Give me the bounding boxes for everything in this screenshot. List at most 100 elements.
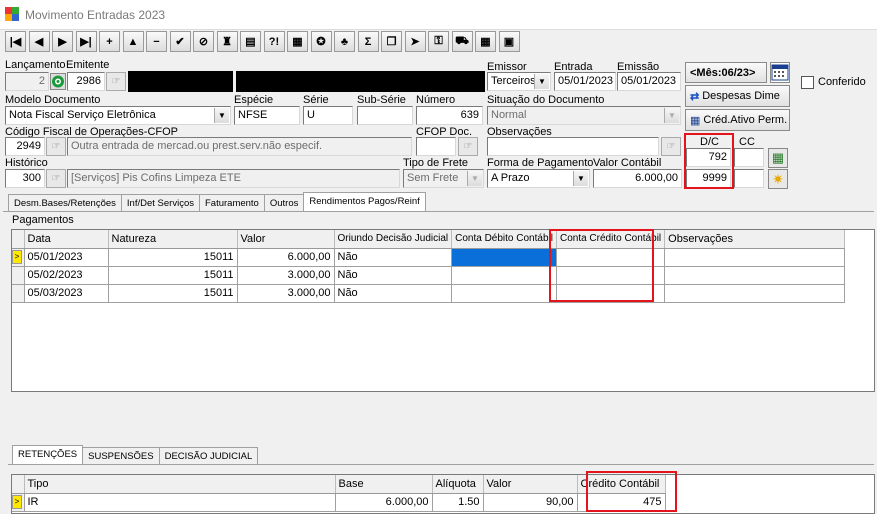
- table-cell[interactable]: 90,00: [483, 493, 578, 512]
- last-record-button[interactable]: ▶|: [75, 31, 97, 52]
- column-header[interactable]: Data: [24, 230, 109, 249]
- table-cell[interactable]: [664, 284, 846, 303]
- forma-pagamento-select[interactable]: A Prazo ▼: [487, 169, 590, 188]
- help-button[interactable]: ?!: [263, 31, 285, 52]
- column-header[interactable]: Observações: [664, 230, 846, 249]
- column-header[interactable]: Valor: [237, 230, 335, 249]
- emitente-code-field[interactable]: 2986: [67, 72, 105, 91]
- tab-retencoes[interactable]: RETENÇÕES: [12, 445, 84, 464]
- calculator-icon[interactable]: ▦: [768, 148, 788, 168]
- conferido-checkbox[interactable]: [801, 76, 814, 89]
- payments-grid[interactable]: Data Natureza Valor Oriundo Decisão Judicia…: [11, 229, 875, 392]
- tab-faturamento[interactable]: Faturamento: [198, 194, 265, 211]
- key-button[interactable]: ⚿: [428, 31, 449, 52]
- table-row[interactable]: 05/02/2023 15011 3.000,00 Não: [12, 266, 846, 285]
- cfop-code-field[interactable]: 2949: [5, 137, 45, 156]
- prior-record-button[interactable]: ◀: [28, 31, 50, 52]
- tab-rendimentos-pagos-reinf[interactable]: Rendimentos Pagos/Reinf: [303, 192, 426, 211]
- column-header[interactable]: Conta Débito Contábil: [451, 230, 557, 249]
- emitente-search-icon[interactable]: ☞: [106, 72, 126, 91]
- lookup-target-icon[interactable]: [50, 73, 66, 90]
- column-header[interactable]: Base: [335, 475, 433, 494]
- table-cell[interactable]: Não: [334, 284, 453, 303]
- especie-field[interactable]: NFSE: [234, 106, 300, 125]
- numero-field[interactable]: 639: [416, 106, 483, 125]
- emissor-select[interactable]: Terceiros ▼: [487, 72, 551, 91]
- table-cell[interactable]: Não: [334, 248, 453, 267]
- table-cell[interactable]: 05/03/2023: [24, 284, 109, 303]
- table-cell[interactable]: [451, 266, 557, 285]
- table-cell[interactable]: [664, 248, 846, 267]
- table-cell[interactable]: 05/02/2023: [24, 266, 109, 285]
- column-header[interactable]: Natureza: [108, 230, 238, 249]
- table-row[interactable]: >05/01/2023 15011 6.000,00 Não: [12, 248, 846, 267]
- chevron-down-icon[interactable]: ▼: [664, 108, 679, 123]
- subserie-field[interactable]: [357, 106, 413, 125]
- entrada-field[interactable]: 05/01/2023: [554, 72, 616, 91]
- tab-outros[interactable]: Outros: [263, 194, 305, 211]
- cancel-button[interactable]: ⊘: [193, 31, 214, 52]
- cfop-search-icon[interactable]: ☞: [46, 137, 66, 156]
- table-cell[interactable]: 15011: [108, 248, 238, 267]
- table-cell[interactable]: 3.000,00: [237, 284, 335, 303]
- first-record-button[interactable]: |◀: [5, 31, 26, 52]
- next-record-button[interactable]: ▶: [52, 31, 73, 52]
- window-button[interactable]: ▣: [498, 31, 520, 52]
- table-cell[interactable]: [451, 248, 557, 267]
- sum-button[interactable]: Σ: [357, 31, 379, 52]
- calendar-button[interactable]: ▦: [475, 31, 496, 52]
- despesas-dime-button[interactable]: ⇄ Despesas Dime: [685, 85, 790, 107]
- chevron-down-icon[interactable]: ▼: [214, 108, 229, 123]
- historico-code-field[interactable]: 300: [5, 169, 45, 188]
- emissao-field[interactable]: 05/01/2023: [617, 72, 681, 91]
- import-button[interactable]: ➤: [404, 31, 426, 52]
- modelo-select[interactable]: Nota Fiscal Serviço Eletrônica ▼: [5, 106, 231, 125]
- column-header[interactable]: Alíquota: [432, 475, 484, 494]
- historico-search-icon[interactable]: ☞: [46, 169, 66, 188]
- chevron-down-icon[interactable]: ▼: [534, 74, 549, 89]
- column-header[interactable]: Tipo: [24, 475, 336, 494]
- observacoes-field[interactable]: [487, 137, 659, 156]
- cred-ativo-button[interactable]: ▦ Créd.Ativo Perm.: [685, 109, 790, 131]
- table-cell[interactable]: 05/01/2023: [24, 248, 109, 267]
- table-cell[interactable]: Não: [334, 266, 453, 285]
- table-row[interactable]: 05/03/2023 15011 3.000,00 Não: [12, 284, 846, 303]
- valor-contabil-field[interactable]: 6.000,00: [593, 169, 682, 188]
- table-cell[interactable]: 15011: [108, 266, 238, 285]
- table-cell[interactable]: [664, 266, 846, 285]
- table-row[interactable]: > IR 6.000,00 1.50 90,00 475: [12, 493, 666, 512]
- table-cell[interactable]: 15011: [108, 284, 238, 303]
- calendar-icon[interactable]: [770, 62, 790, 83]
- lancamento-field[interactable]: 2: [5, 72, 49, 91]
- delete-button[interactable]: −: [146, 31, 167, 52]
- tab-decisao-judicial[interactable]: DECISÃO JUDICIAL: [158, 447, 259, 464]
- print-button[interactable]: ♜: [216, 31, 238, 52]
- tax-button[interactable]: ✪: [310, 31, 332, 52]
- tipo-frete-select[interactable]: Sem Frete ▼: [403, 169, 484, 188]
- table-cell[interactable]: 3.000,00: [237, 266, 335, 285]
- cfop-doc-search-icon[interactable]: ☞: [458, 137, 478, 156]
- edit-button[interactable]: ▲: [122, 31, 144, 52]
- transport-button[interactable]: ⛟: [451, 31, 473, 52]
- copy-button[interactable]: ❐: [381, 31, 402, 52]
- column-header[interactable]: Valor: [483, 475, 578, 494]
- chevron-down-icon[interactable]: ▼: [573, 171, 588, 186]
- observacoes-search-icon[interactable]: ☞: [661, 137, 681, 156]
- cc2-field[interactable]: [734, 169, 764, 188]
- table-cell[interactable]: IR: [24, 493, 336, 512]
- tab-suspensoes[interactable]: SUSPENSÕES: [82, 447, 160, 464]
- retencoes-grid[interactable]: Tipo Base Alíquota Valor Crédito Contábil > I…: [11, 474, 875, 514]
- cfop-doc-field[interactable]: [416, 137, 456, 156]
- sun-icon[interactable]: ✷: [768, 169, 788, 189]
- table-cell[interactable]: 1.50: [432, 493, 484, 512]
- post-button[interactable]: ✔: [169, 31, 191, 52]
- table-cell[interactable]: 6.000,00: [237, 248, 335, 267]
- export-button[interactable]: ▤: [240, 31, 261, 52]
- month-button[interactable]: <Mês:06/23>: [685, 62, 767, 83]
- tab-inf-det-servicos[interactable]: Inf/Det Serviços: [120, 194, 200, 211]
- serie-field[interactable]: U: [303, 106, 353, 125]
- column-header[interactable]: Oriundo Decisão Judicial: [334, 230, 453, 249]
- table-cell[interactable]: 6.000,00: [335, 493, 433, 512]
- insert-button[interactable]: +: [99, 31, 120, 52]
- calc-grid-button[interactable]: ▦: [287, 31, 308, 52]
